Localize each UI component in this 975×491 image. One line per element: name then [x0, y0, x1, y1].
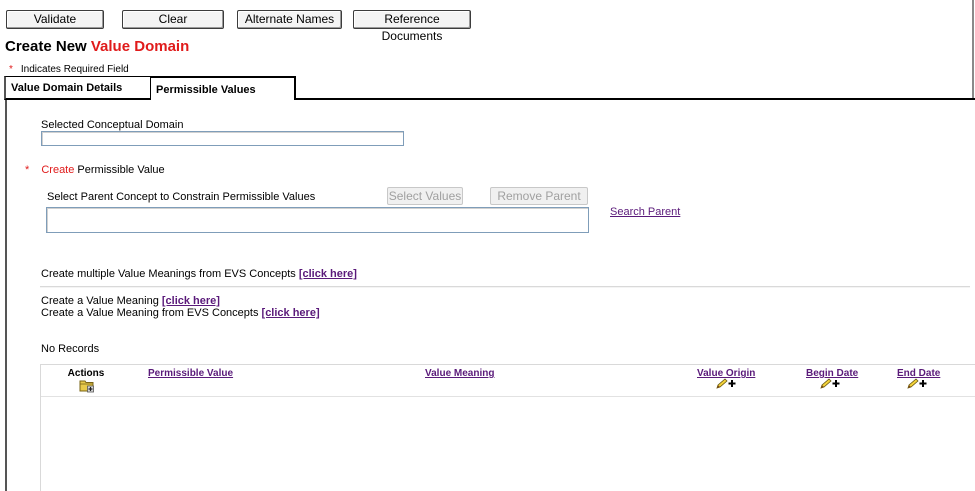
reference-documents-button[interactable]: Reference Documents	[353, 10, 471, 43]
search-parent-link[interactable]: Search Parent	[610, 206, 680, 218]
value-origin-edit-add-icon[interactable]	[715, 378, 737, 390]
clear-button[interactable]: Clear	[122, 10, 224, 29]
parent-concept-field[interactable]	[46, 207, 589, 233]
single-vm-click-here-link[interactable]: [click here]	[162, 295, 220, 307]
tab-value-domain-details[interactable]: Value Domain Details	[4, 76, 150, 100]
validate-button[interactable]: Validate	[6, 10, 104, 29]
required-note-text: Indicates Required Field	[20, 64, 129, 75]
page-edge-rule	[972, 0, 974, 100]
panel-left-border	[5, 100, 7, 491]
section-divider	[40, 286, 970, 288]
no-records-text: No Records	[41, 343, 100, 355]
page-title-prefix: Create New	[5, 38, 91, 55]
page-title: Create New Value Domain	[5, 38, 189, 55]
required-field-note: * Indicates Required Field	[9, 64, 129, 75]
conceptual-domain-field[interactable]	[41, 131, 404, 146]
evs-vm-text: Create a Value Meaning from EVS Concepts	[41, 307, 262, 319]
create-pv-heading: * Create Permissible Value	[25, 164, 165, 176]
required-star: *	[9, 64, 13, 75]
select-values-button[interactable]: Select Values	[387, 187, 463, 205]
conceptual-domain-label: Selected Conceptual Domain	[41, 119, 184, 131]
end-date-edit-add-icon[interactable]	[906, 378, 928, 390]
required-star: *	[25, 164, 30, 176]
tab-label: Value Domain Details	[11, 82, 123, 94]
multiple-vm-click-here-link[interactable]: [click here]	[299, 268, 357, 280]
create-vm-evs-row: Create a Value Meaning from EVS Concepts…	[41, 307, 320, 319]
create-word: Create	[41, 164, 75, 176]
create-pv-rest: Permissible Value	[74, 164, 165, 176]
begin-date-edit-add-icon[interactable]	[819, 378, 841, 390]
remove-parent-button[interactable]: Remove Parent	[490, 187, 588, 205]
column-header-permissible-value[interactable]: Permissible Value	[148, 368, 233, 379]
table-header-divider	[41, 396, 975, 397]
evs-vm-click-here-link[interactable]: [click here]	[262, 307, 320, 319]
create-value-meaning-row: Create a Value Meaning [click here]	[41, 295, 220, 307]
tab-strip-baseline	[296, 98, 975, 100]
single-vm-text: Create a Value Meaning	[41, 295, 162, 307]
multiple-value-meanings-row: Create multiple Value Meanings from EVS …	[41, 268, 357, 280]
page-title-highlight: Value Domain	[90, 38, 190, 55]
column-header-value-meaning[interactable]: Value Meaning	[425, 368, 494, 379]
tab-permissible-values[interactable]: Permissible Values	[150, 76, 296, 100]
tab-label: Permissible Values	[156, 84, 256, 96]
folder-add-icon[interactable]	[79, 378, 95, 393]
alternate-names-button[interactable]: Alternate Names	[237, 10, 342, 29]
parent-concept-label: Select Parent Concept to Constrain Permi…	[47, 191, 316, 203]
multiple-vm-text: Create multiple Value Meanings from EVS …	[41, 268, 299, 280]
